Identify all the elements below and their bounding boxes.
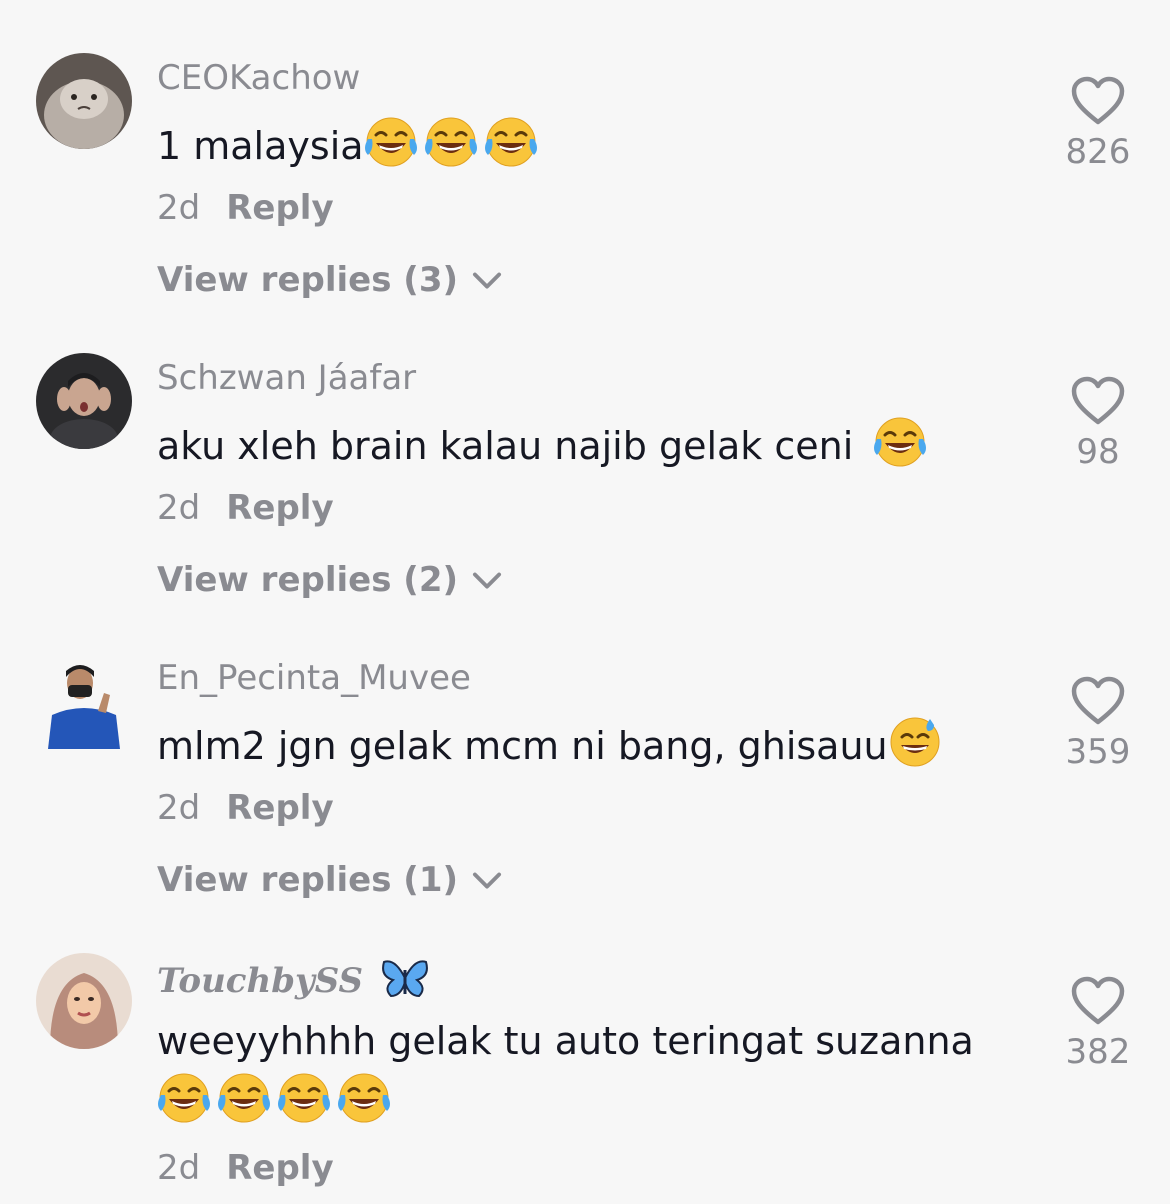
comment-text: weeyyhhhh gelak tu auto teringat suzanna (157, 1011, 1017, 1132)
heart-icon[interactable] (1070, 376, 1126, 426)
tears-of-joy-emoji (337, 1071, 391, 1125)
view-replies-label: View replies (3) (157, 260, 459, 300)
comment-text-line: 1 malaysia (157, 124, 364, 168)
view-replies-button[interactable]: View replies (2) (157, 560, 504, 600)
timestamp: 2d (157, 488, 201, 528)
comment-text: 1 malaysia (157, 115, 1017, 176)
like-control: 359 (1058, 676, 1138, 772)
tears-of-joy-emoji (277, 1071, 331, 1125)
reply-button[interactable]: Reply (226, 188, 333, 228)
chevron-down-icon (470, 269, 504, 291)
butterfly-icon (382, 960, 428, 998)
grinning-sweat-emoji (888, 715, 942, 769)
heart-icon[interactable] (1070, 76, 1126, 126)
chevron-down-icon (470, 569, 504, 591)
avatar[interactable] (36, 953, 132, 1049)
reply-button[interactable]: Reply (226, 488, 333, 528)
view-replies-label: View replies (1) (157, 860, 459, 900)
like-control: 382 (1058, 976, 1138, 1072)
comment-text: aku xleh brain kalau najib gelak ceni (157, 415, 1017, 476)
tears-of-joy-emoji (364, 115, 418, 169)
chevron-down-icon (470, 869, 504, 891)
tears-of-joy-emoji (157, 1071, 211, 1125)
tears-of-joy-emoji (484, 115, 538, 169)
comment-text: mlm2 jgn gelak mcm ni bang, ghisauu (157, 715, 1017, 776)
timestamp: 2d (157, 1148, 201, 1188)
like-control: 98 (1058, 376, 1138, 472)
like-count: 826 (1065, 132, 1131, 172)
like-count: 98 (1076, 432, 1120, 472)
comment-text-line: weeyyhhhh gelak tu auto teringat suzanna (157, 1019, 974, 1063)
comment-text-line: mlm2 jgn gelak mcm ni bang, ghisauu (157, 724, 888, 768)
tears-of-joy-emoji (873, 415, 927, 469)
like-control: 826 (1058, 76, 1138, 172)
view-replies-label: View replies (2) (157, 560, 459, 600)
username[interactable]: TouchbySS (157, 958, 429, 1001)
username-label: TouchbySS (157, 961, 364, 1001)
timestamp: 2d (157, 188, 201, 228)
tears-of-joy-emoji (217, 1071, 271, 1125)
reply-button[interactable]: Reply (226, 1148, 333, 1188)
view-replies-button[interactable]: View replies (1) (157, 860, 504, 900)
view-replies-button[interactable]: View replies (3) (157, 260, 504, 300)
username[interactable]: En_Pecinta_Muvee (157, 658, 471, 698)
avatar[interactable] (36, 653, 132, 749)
heart-icon[interactable] (1070, 976, 1126, 1026)
like-count: 359 (1065, 732, 1131, 772)
avatar[interactable] (36, 53, 132, 149)
like-count: 382 (1065, 1032, 1131, 1072)
tears-of-joy-emoji (424, 115, 478, 169)
reply-button[interactable]: Reply (226, 788, 333, 828)
heart-icon[interactable] (1070, 676, 1126, 726)
comment-text-line: aku xleh brain kalau najib gelak ceni (157, 424, 866, 468)
avatar[interactable] (36, 353, 132, 449)
timestamp: 2d (157, 788, 201, 828)
username[interactable]: CEOKachow (157, 58, 360, 98)
username[interactable]: Schzwan Jáafar (157, 358, 416, 398)
